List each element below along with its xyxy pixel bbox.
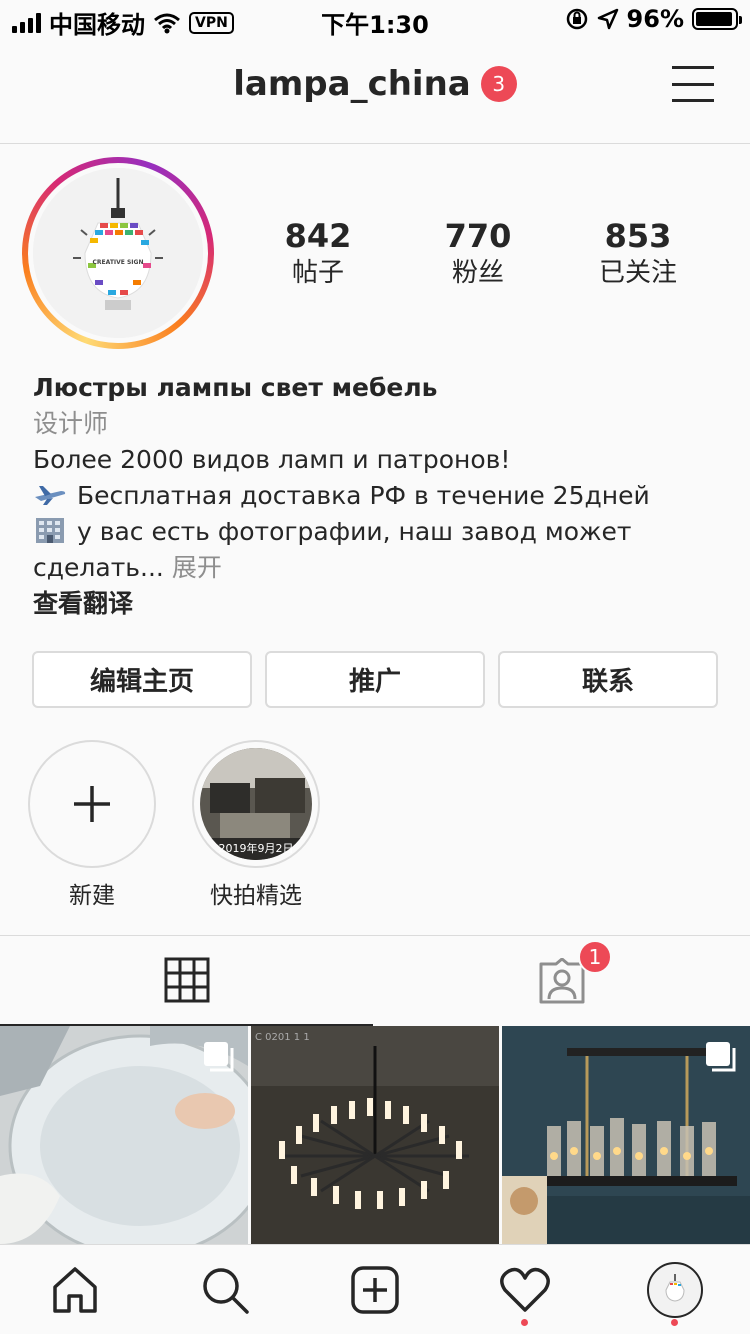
activity-heart-icon	[500, 1267, 550, 1312]
stat-following-value: 853	[604, 217, 672, 255]
multiple-photos-icon	[204, 1042, 234, 1072]
highlight-featured[interactable]: 2019年9月2日 快拍精选	[192, 740, 320, 910]
status-bar: 中国移动 VPN 下午1:30 96%	[0, 0, 750, 40]
new-highlight-circle[interactable]	[28, 740, 156, 868]
bio-line: у вас есть фотографии, наш завод может	[77, 517, 632, 546]
battery-icon	[692, 8, 742, 30]
multiple-photos-icon	[706, 1042, 736, 1072]
profile-avatar-small	[647, 1262, 703, 1318]
profile-dot	[671, 1319, 678, 1326]
nav-new-post[interactable]	[348, 1263, 402, 1317]
airplane-emoji-icon	[35, 486, 66, 505]
highlight-cover[interactable]: 2019年9月2日	[192, 740, 320, 868]
post-image: C 0201 1 1	[251, 1026, 499, 1244]
activity-dot	[521, 1319, 528, 1326]
nav-home[interactable]	[48, 1263, 102, 1317]
lightbulb-logo-icon	[665, 1274, 685, 1302]
bio-line: Более 2000 видов ламп и патронов!	[33, 445, 511, 474]
svg-text:C 0201 1 1: C 0201 1 1	[255, 1032, 310, 1043]
office-building-emoji-icon	[36, 518, 64, 543]
location-arrow-icon	[597, 8, 618, 30]
highlight-cover-image: 2019年9月2日	[200, 748, 312, 860]
profile-avatar[interactable]: CREATIVE SIGN	[22, 157, 214, 349]
nav-activity[interactable]	[498, 1263, 552, 1317]
stat-posts-label: 帖子	[291, 258, 344, 288]
stat-followers-value: 770	[444, 217, 512, 255]
battery-percent: 96%	[626, 5, 684, 33]
see-translation-link[interactable]: 查看翻译	[33, 586, 723, 622]
tagged-badge: 1	[578, 940, 612, 974]
profile-tabs	[0, 935, 750, 1026]
post-thumbnail[interactable]	[0, 1026, 248, 1244]
rotation-lock-icon	[566, 8, 587, 30]
plus-icon	[74, 786, 110, 822]
profile-category: 设计师	[33, 409, 109, 438]
stat-posts[interactable]: 842 帖子	[238, 216, 398, 290]
contact-button[interactable]: 联系	[498, 651, 718, 708]
svg-text:2019年9月2日: 2019年9月2日	[219, 841, 294, 855]
svg-text:CREATIVE SIGN: CREATIVE SIGN	[93, 259, 144, 266]
menu-icon[interactable]	[672, 66, 714, 102]
stat-following[interactable]: 853 已关注	[558, 216, 718, 290]
highlight-label: 新建	[69, 883, 115, 909]
bio-expand-link[interactable]: 展开	[172, 553, 222, 582]
profile-bio: Люстры лампы свет мебель 设计师 Более 2000 …	[33, 370, 723, 622]
tab-tagged[interactable]	[375, 936, 748, 1026]
stat-followers[interactable]: 770 粉丝	[398, 216, 558, 290]
stat-following-label: 已关注	[598, 258, 677, 288]
stat-followers-label: 粉丝	[451, 258, 504, 288]
grid-icon	[164, 957, 209, 1003]
home-icon	[53, 1267, 97, 1313]
post-thumbnail[interactable]: C 0201 1 1	[251, 1026, 499, 1244]
stat-posts-value: 842	[284, 217, 352, 255]
search-icon	[203, 1268, 249, 1314]
profile-username[interactable]: lampa_china	[233, 64, 470, 104]
profile-header: lampa_china 3	[0, 40, 750, 144]
profile-display-name: Люстры лампы свет мебель	[33, 373, 438, 402]
new-post-icon	[351, 1266, 399, 1314]
post-thumbnail[interactable]	[502, 1026, 750, 1244]
edit-profile-button[interactable]: 编辑主页	[32, 651, 252, 708]
nav-search[interactable]	[198, 1263, 252, 1317]
tab-grid[interactable]	[0, 936, 373, 1026]
highlight-new[interactable]: 新建	[28, 740, 156, 910]
nav-profile[interactable]	[646, 1261, 704, 1319]
notification-badge[interactable]: 3	[480, 66, 517, 102]
promote-button[interactable]: 推广	[265, 651, 485, 708]
bio-line: сделать...	[33, 553, 164, 582]
bottom-nav	[0, 1244, 750, 1334]
bio-line: Бесплатная доставка РФ в течение 25дней	[77, 481, 650, 510]
lightbulb-logo-icon: CREATIVE SIGN	[33, 168, 203, 338]
highlight-label: 快拍精选	[210, 883, 302, 909]
